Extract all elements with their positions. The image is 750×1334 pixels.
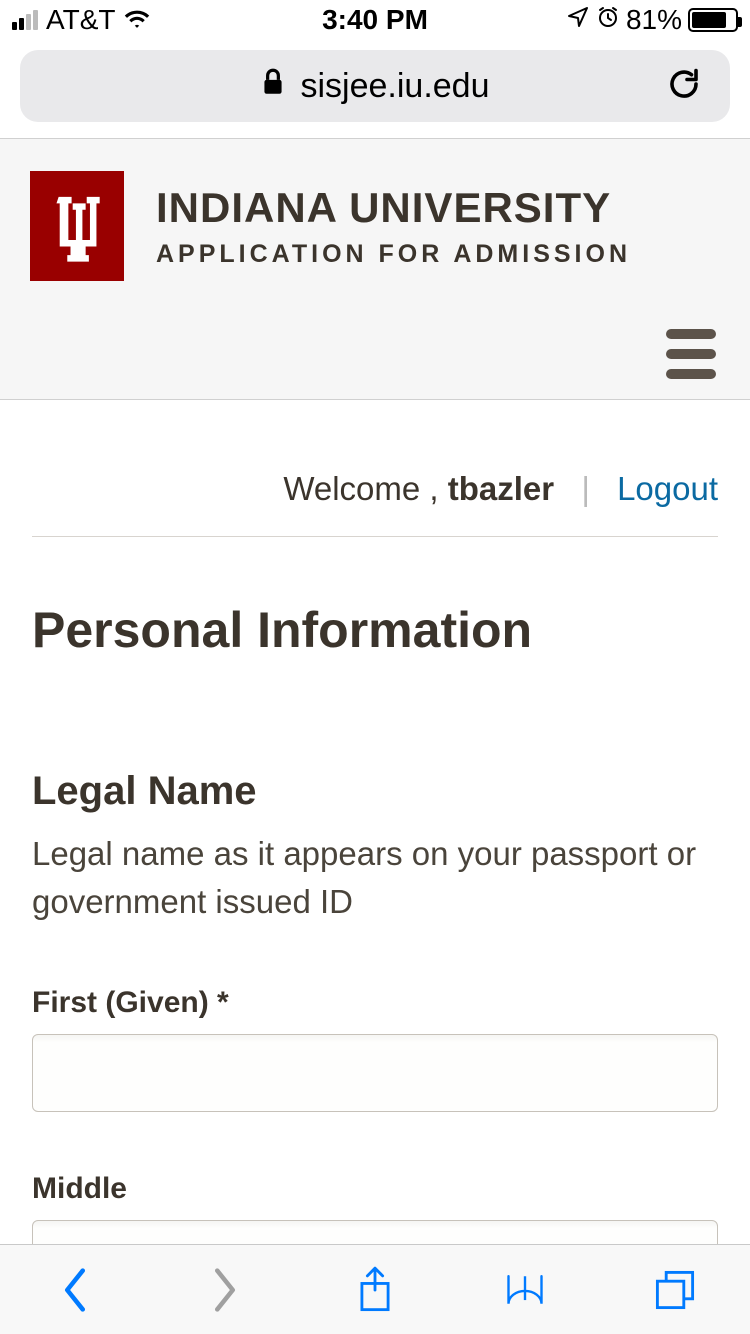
- logout-link[interactable]: Logout: [617, 470, 718, 507]
- alarm-icon: [596, 4, 620, 36]
- carrier-label: AT&T: [46, 4, 115, 36]
- browser-toolbar: [0, 1244, 750, 1334]
- first-name-input[interactable]: [32, 1034, 718, 1112]
- brand-row: INDIANA UNIVERSITY APPLICATION FOR ADMIS…: [30, 171, 720, 281]
- iu-logo: [30, 171, 124, 281]
- welcome-prefix: Welcome ,: [283, 470, 438, 507]
- hamburger-wrapper: [30, 329, 720, 379]
- url-text: sisjee.iu.edu: [300, 67, 489, 106]
- welcome-username: tbazler: [448, 470, 554, 507]
- battery-icon: [688, 8, 738, 32]
- status-right: 81%: [566, 4, 738, 36]
- separator: |: [581, 470, 590, 507]
- signal-icon: [12, 10, 38, 30]
- tabs-button[interactable]: [653, 1268, 697, 1312]
- page-title: Personal Information: [32, 601, 718, 659]
- status-bar: AT&T 3:40 PM 81%: [0, 0, 750, 40]
- address-bar[interactable]: sisjee.iu.edu: [20, 50, 730, 122]
- menu-button[interactable]: [666, 329, 720, 379]
- first-name-label: First (Given) *: [32, 986, 718, 1020]
- time-label: 3:40 PM: [322, 4, 428, 36]
- page-header: INDIANA UNIVERSITY APPLICATION FOR ADMIS…: [0, 138, 750, 400]
- section-description: Legal name as it appears on your passpor…: [32, 830, 718, 926]
- wifi-icon: [123, 4, 151, 36]
- status-left: AT&T: [12, 4, 151, 36]
- reload-button[interactable]: [666, 66, 702, 107]
- content: Welcome , tbazler | Logout Personal Info…: [0, 400, 750, 1298]
- forward-button[interactable]: [203, 1268, 247, 1312]
- brand-subtitle: APPLICATION FOR ADMISSION: [156, 240, 631, 269]
- share-button[interactable]: [353, 1268, 397, 1312]
- battery-percent: 81%: [626, 4, 682, 36]
- bookmarks-button[interactable]: [503, 1268, 547, 1312]
- back-button[interactable]: [53, 1268, 97, 1312]
- middle-name-label: Middle: [32, 1172, 718, 1206]
- section-title: Legal Name: [32, 769, 718, 814]
- lock-icon: [260, 67, 286, 106]
- location-icon: [566, 4, 590, 36]
- brand-text: INDIANA UNIVERSITY APPLICATION FOR ADMIS…: [156, 184, 631, 269]
- divider: [32, 536, 718, 537]
- brand-title: INDIANA UNIVERSITY: [156, 184, 631, 232]
- welcome-row: Welcome , tbazler | Logout: [32, 470, 718, 508]
